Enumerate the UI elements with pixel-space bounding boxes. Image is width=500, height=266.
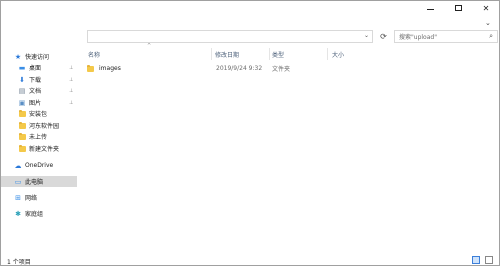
folder-shape [18,121,26,129]
nav-item[interactable]: ▣ 图片 ⊥ [1,97,77,108]
nav-item-label: 快速访问 [25,54,50,61]
nav-item-label: 网络 [25,195,38,202]
pin-icon: ⊥ [69,76,74,83]
address-history-dropdown[interactable]: ⌄ [364,32,369,39]
nav-item[interactable]: ▭ 此电脑 [1,176,77,187]
column-header-date[interactable]: 修改日期 [215,50,239,59]
file-date: 2019/9/24 9:32 [216,65,263,72]
nav-item[interactable]: ⬇ 下载 ⊥ [1,74,77,85]
nav-item-label: 家庭组 [25,211,44,218]
search-placeholder: 搜索"upload" [399,34,437,41]
close-icon: ✕ [482,3,490,13]
download-icon: ⬇ [19,75,25,84]
nav-item-label: 河东软件园 [29,123,60,130]
minimize-icon [426,8,434,10]
large-icons-view-button[interactable] [485,256,493,264]
nav-item[interactable]: 河东软件园 [1,120,77,131]
folder-icon [18,121,26,130]
nav-item-label: 未上传 [29,134,48,141]
refresh-icon: ⟳ [380,32,387,41]
expand-ribbon-button[interactable]: ⌄ [485,19,491,27]
maximize-icon [454,5,462,11]
desktop-icon: ▬ [18,63,26,72]
pin-icon: ⊥ [69,99,74,106]
network-icon: ⊞ [15,193,21,202]
folder-icon [18,132,26,141]
file-type: 文件夹 [272,66,291,73]
column-divider[interactable] [269,48,270,60]
refresh-button[interactable]: ⟳ [378,31,389,42]
nav-item-label: 桌面 [29,65,42,72]
onedrive-icon: ☁ [14,161,22,170]
column-headers: ^ 名称 修改日期 类型 大小 [83,43,383,60]
nav-item[interactable]: ☁ OneDrive [1,160,77,171]
nav-item[interactable]: 安装包 [1,108,77,119]
address-bar[interactable]: ⌄ [87,30,373,43]
column-header-type[interactable]: 类型 [272,50,284,59]
address-row: ⌄ ⟳ 搜索"upload" ⌕ [1,28,499,44]
nav-item-label: 下载 [29,77,42,84]
chevron-down-icon: ⌄ [485,19,491,27]
computer-icon: ▭ [14,177,22,186]
item-count: 1 个项目 [7,259,31,266]
nav-item-label: OneDrive [25,162,54,169]
document-icon: ▤ [18,86,26,95]
nav-item-label: 安装包 [29,111,48,118]
navigation-pane: ★ 快速访问 ▬ 桌面 ⊥ ⬇ 下载 ⊥ ▤ 文档 ⊥ ▣ 图片 ⊥ 安装包 河东软件园 未上传 新建文件夹 ☁ On… [1,48,81,253]
file-row[interactable]: images 2019/9/24 9:32 文件夹 [85,63,375,74]
nav-item[interactable]: ✱ 家庭组 [1,208,77,219]
file-name-cell: images [87,64,121,72]
nav-item-label: 图片 [29,100,42,107]
folder-icon [18,144,26,153]
folder-shape [18,109,26,117]
title-bar: ✕ [1,1,499,15]
pin-icon: ⊥ [69,87,74,94]
nav-item-label: 文档 [29,88,42,95]
column-divider[interactable] [211,48,212,60]
nav-item[interactable]: ▤ 文档 ⊥ [1,85,77,96]
maximize-button[interactable] [447,1,469,15]
nav-item-label: 此电脑 [25,179,44,186]
file-name: images [99,65,121,72]
folder-shape [18,144,26,152]
nav-item[interactable]: 未上传 [1,131,77,142]
search-icon: ⌕ [489,32,493,40]
folder-icon [87,64,94,72]
chevron-down-icon: ⌄ [363,32,369,39]
star-icon: ★ [14,52,22,61]
nav-item[interactable]: ▬ 桌面 ⊥ [1,62,77,73]
column-header-name[interactable]: 名称 [88,50,100,59]
homegroup-icon: ✱ [15,209,21,218]
status-bar: 1 个项目 [1,254,499,266]
search-input[interactable]: 搜索"upload" ⌕ [394,30,498,43]
nav-item[interactable]: 新建文件夹 [1,143,77,154]
column-divider[interactable] [327,48,328,60]
column-header-size[interactable]: 大小 [332,50,344,59]
details-view-button[interactable] [472,256,480,264]
pictures-icon: ▣ [18,98,26,107]
folder-icon [18,109,26,118]
minimize-button[interactable] [419,1,441,15]
pin-icon: ⊥ [69,64,74,71]
nav-item[interactable]: ★ 快速访问 [1,51,77,62]
folder-shape [18,132,26,140]
nav-item[interactable]: ⊞ 网络 [1,192,77,203]
close-button[interactable]: ✕ [475,1,497,15]
explorer-window: ✕ ⌄ ⌄ ⟳ 搜索"upload" ⌕ ★ 快速访问 ▬ 桌面 ⊥ ⬇ 下载 ⊥ ▤ 文档 ⊥ ▣ 图… [0,0,500,266]
nav-item-label: 新建文件夹 [29,146,60,153]
sort-ascending-icon: ^ [147,43,152,49]
